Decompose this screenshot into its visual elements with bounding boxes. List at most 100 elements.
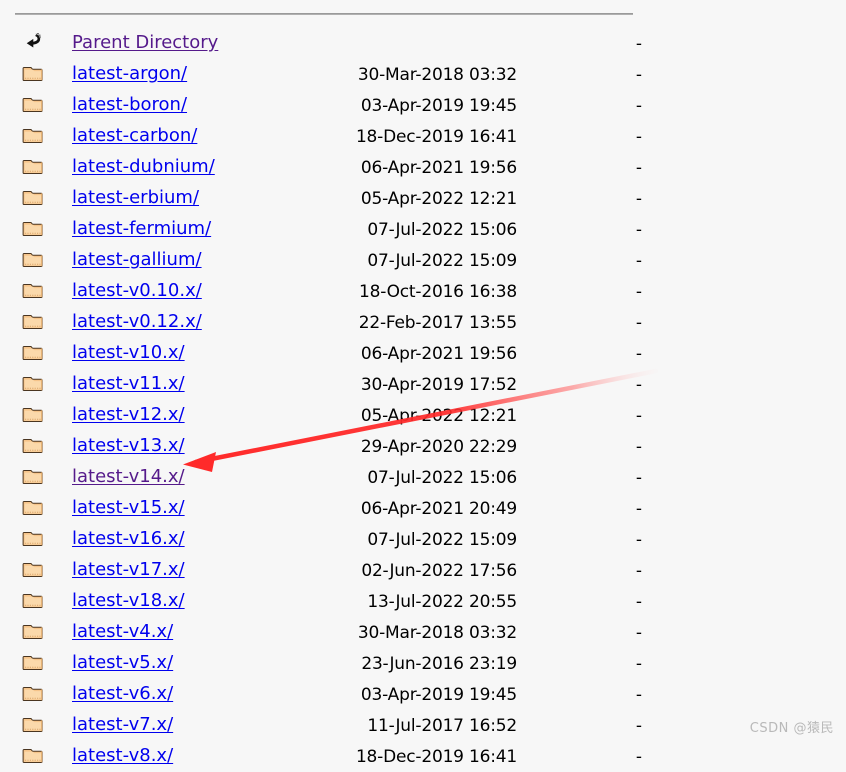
directory-link[interactable]: latest-v17.x/ — [72, 559, 185, 580]
folder-icon — [22, 682, 44, 704]
row-date-cell: 07-Jul-2022 15:09 — [367, 529, 517, 550]
row-date-cell: 22-Feb-2017 13:55 — [358, 312, 517, 333]
directory-link[interactable]: latest-v5.x/ — [72, 652, 173, 673]
row-date-cell: 03-Apr-2019 19:45 — [360, 684, 517, 705]
row-date-cell: 07-Jul-2022 15:09 — [367, 250, 517, 271]
row-icon-cell — [0, 90, 72, 121]
directory-link[interactable]: latest-v0.12.x/ — [72, 311, 202, 332]
directory-link[interactable]: latest-boron/ — [72, 94, 187, 115]
row-date-cell: 05-Apr-2022 12:21 — [360, 188, 517, 209]
directory-link[interactable]: latest-v13.x/ — [72, 435, 185, 456]
table-row: latest-v0.10.x/18-Oct-2016 16:38 - — [0, 276, 660, 307]
row-name-cell: latest-v4.x/ — [72, 617, 317, 648]
directory-link[interactable]: latest-v15.x/ — [72, 497, 185, 518]
row-icon-cell — [0, 338, 72, 369]
row-icon-cell — [0, 493, 72, 524]
csdn-watermark: CSDN @猿民 — [749, 721, 834, 736]
row-icon-cell — [0, 152, 72, 183]
row-name-cell: latest-argon/ — [72, 59, 317, 90]
row-size-cell: - — [635, 498, 642, 519]
directory-listing-page: Parent Directory - latest-argon/30-Mar-201… — [0, 0, 846, 767]
directory-link[interactable]: latest-v18.x/ — [72, 590, 185, 611]
table-row: latest-v17.x/02-Jun-2022 17:56 - — [0, 555, 660, 586]
folder-icon — [22, 62, 44, 84]
row-date-cell: 03-Apr-2019 19:45 — [360, 95, 517, 116]
row-name-cell: latest-v12.x/ — [72, 400, 317, 431]
folder-icon — [22, 558, 44, 580]
directory-link[interactable]: latest-v10.x/ — [72, 342, 185, 363]
table-row: latest-v6.x/03-Apr-2019 19:45 - — [0, 679, 660, 710]
directory-link[interactable]: latest-v16.x/ — [72, 528, 185, 549]
directory-link[interactable]: latest-v12.x/ — [72, 404, 185, 425]
table-row: latest-dubnium/06-Apr-2021 19:56 - — [0, 152, 660, 183]
table-row: latest-v0.12.x/22-Feb-2017 13:55 - — [0, 307, 660, 338]
folder-icon — [22, 589, 44, 611]
folder-icon — [22, 279, 44, 301]
folder-icon — [22, 527, 44, 549]
directory-link[interactable]: latest-carbon/ — [72, 125, 197, 146]
folder-icon — [22, 310, 44, 332]
row-date-cell: 02-Jun-2022 17:56 — [361, 560, 517, 581]
parent-directory-row: Parent Directory - — [0, 28, 660, 59]
row-size-cell: - — [635, 281, 642, 302]
table-row: latest-v7.x/11-Jul-2017 16:52 - — [0, 710, 660, 741]
row-name-cell: latest-v16.x/ — [72, 524, 317, 555]
directory-link[interactable]: latest-erbium/ — [72, 187, 199, 208]
row-size-cell: - — [635, 560, 642, 581]
directory-link[interactable]: latest-v8.x/ — [72, 745, 173, 766]
row-name-cell: latest-v13.x/ — [72, 431, 317, 462]
directory-link[interactable]: latest-v4.x/ — [72, 621, 173, 642]
row-icon-cell — [0, 462, 72, 493]
row-date-cell: 30-Apr-2019 17:52 — [360, 374, 517, 395]
row-size-cell: - — [635, 467, 642, 488]
row-size-cell: - — [635, 95, 642, 116]
row-name-cell: latest-boron/ — [72, 90, 317, 121]
folder-icon — [22, 217, 44, 239]
table-row: latest-v14.x/07-Jul-2022 15:06 - — [0, 462, 660, 493]
row-date-cell: 07-Jul-2022 15:06 — [367, 219, 517, 240]
row-size-cell: - — [635, 64, 642, 85]
row-name-cell: latest-v0.10.x/ — [72, 276, 317, 307]
folder-icon — [22, 341, 44, 363]
parent-directory-link[interactable]: Parent Directory — [72, 32, 218, 53]
row-size-cell: - — [635, 405, 642, 426]
row-date-cell: 06-Apr-2021 20:49 — [360, 498, 517, 519]
row-icon-cell — [0, 276, 72, 307]
row-icon-cell — [0, 648, 72, 679]
directory-link[interactable]: latest-argon/ — [72, 63, 187, 84]
directory-link[interactable]: latest-dubnium/ — [72, 156, 215, 177]
row-name-cell: latest-dubnium/ — [72, 152, 317, 183]
folder-icon — [22, 248, 44, 270]
row-size-cell: - — [635, 622, 642, 643]
directory-link[interactable]: latest-v11.x/ — [72, 373, 185, 394]
directory-link[interactable]: latest-fermium/ — [72, 218, 211, 239]
row-size-cell: - — [635, 33, 642, 54]
directory-link[interactable]: latest-v0.10.x/ — [72, 280, 202, 301]
row-date-cell — [317, 28, 517, 59]
table-row: latest-argon/30-Mar-2018 03:32 - — [0, 59, 660, 90]
table-row: latest-v11.x/30-Apr-2019 17:52 - — [0, 369, 660, 400]
table-row: latest-v4.x/30-Mar-2018 03:32 - — [0, 617, 660, 648]
folder-icon — [22, 744, 44, 766]
directory-link[interactable]: latest-v6.x/ — [72, 683, 173, 704]
row-size-cell: - — [635, 684, 642, 705]
row-size-cell: - — [635, 591, 642, 612]
row-size-cell: - — [635, 126, 642, 147]
row-date-cell: 18-Dec-2019 16:41 — [355, 126, 517, 147]
row-icon-cell — [0, 245, 72, 276]
table-row: latest-boron/03-Apr-2019 19:45 - — [0, 90, 660, 121]
row-date-cell: 07-Jul-2022 15:06 — [367, 467, 517, 488]
directory-link[interactable]: latest-v7.x/ — [72, 714, 173, 735]
directory-link[interactable]: latest-gallium/ — [72, 249, 202, 270]
folder-icon — [22, 713, 44, 735]
directory-link[interactable]: latest-v14.x/ — [72, 466, 185, 487]
table-row: latest-v10.x/06-Apr-2021 19:56 - — [0, 338, 660, 369]
folder-icon — [22, 403, 44, 425]
row-icon-cell — [0, 679, 72, 710]
row-name-cell: latest-v18.x/ — [72, 586, 317, 617]
row-icon-cell — [0, 28, 72, 59]
horizontal-rule — [15, 13, 633, 15]
row-date-cell: 18-Oct-2016 16:38 — [358, 281, 517, 302]
table-row: latest-v18.x/13-Jul-2022 20:55 - — [0, 586, 660, 617]
row-icon-cell — [0, 59, 72, 90]
